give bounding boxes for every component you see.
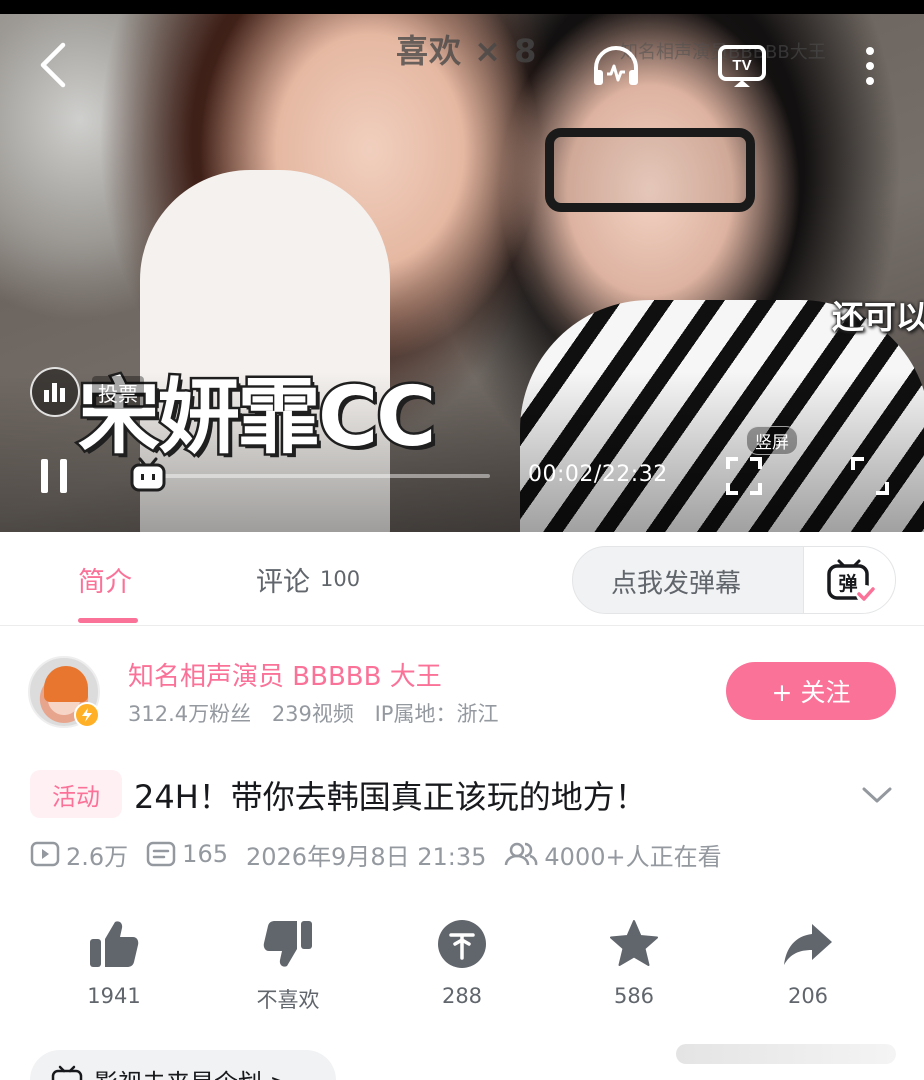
play-count-icon <box>30 841 60 867</box>
watermark-blur <box>676 1044 896 1064</box>
thumbs-up-icon <box>86 916 142 972</box>
back-button[interactable] <box>28 40 78 90</box>
expand-description-button[interactable] <box>858 776 896 814</box>
project-chip[interactable]: 影视未来星企划 > <box>30 1050 336 1080</box>
svg-text:TV: TV <box>732 57 751 74</box>
danmaku-input-box[interactable]: 点我发弹幕 弹 <box>572 546 896 614</box>
bilibili-tv-icon <box>130 457 166 492</box>
thumbs-down-icon <box>260 916 316 972</box>
publish-datetime: 2026年9月8日 21:35 <box>245 842 487 871</box>
share-count: 206 <box>787 984 829 1008</box>
video-count: 239视频 <box>271 702 354 726</box>
danmaku-count-stat: 165 <box>146 840 228 868</box>
playback-time: 00:02/22:32 <box>528 462 668 487</box>
danmaku-count-icon <box>146 841 176 867</box>
view-count-stat: 2.6万 <box>30 837 128 872</box>
favorite-button[interactable]: 586 <box>574 916 694 1016</box>
video-subtitle: 还可以 <box>832 298 924 336</box>
like-button[interactable]: 1941 <box>54 916 174 1016</box>
coin-icon <box>434 916 490 972</box>
favorite-count: 586 <box>613 984 655 1008</box>
project-chip-label: 影视未来星企划 > <box>94 1063 290 1080</box>
tv-icon <box>51 1065 83 1080</box>
tab-comments-label: 评论 <box>256 566 310 598</box>
vote-label: 投票 <box>92 375 144 409</box>
chevron-down-icon <box>862 787 892 803</box>
lightning-icon <box>74 702 100 728</box>
active-tab-indicator <box>78 618 138 623</box>
coin-button[interactable]: 288 <box>402 916 522 1016</box>
follow-button[interactable]: + 关注 <box>726 662 896 720</box>
star-icon <box>606 916 662 972</box>
watching-count: 4000+人正在看 <box>544 842 722 871</box>
pause-button[interactable] <box>34 454 74 498</box>
like-count: 1941 <box>87 984 141 1008</box>
watching-stat: 4000+人正在看 <box>504 837 722 872</box>
tab-comments[interactable]: 评论 100 <box>256 532 360 626</box>
view-count: 2.6万 <box>66 842 129 871</box>
danmaku-toggle-button[interactable]: 弹 <box>803 547 895 613</box>
comments-count: 100 <box>320 567 361 591</box>
audio-mode-button[interactable] <box>588 38 644 94</box>
video-title: 24H！带你去韩国真正该玩的地方！ <box>134 778 647 816</box>
fullscreen-button[interactable] <box>848 454 892 498</box>
danmaku-count: 165 <box>182 840 228 868</box>
progress-bar[interactable] <box>146 474 490 478</box>
headphones-icon <box>594 46 638 85</box>
share-button[interactable]: 206 <box>748 916 868 1016</box>
vote-button[interactable]: 投票 <box>30 366 144 418</box>
bar-chart-icon <box>30 367 80 417</box>
vertical-screen-button[interactable] <box>722 454 766 498</box>
ip-location: IP属地：浙江 <box>374 702 499 726</box>
fullscreen-icon <box>851 457 889 495</box>
dislike-button[interactable]: 不喜欢 <box>228 916 348 1016</box>
danmaku-button-label: 弹 <box>838 572 857 595</box>
more-options-button[interactable] <box>852 38 888 94</box>
tab-intro[interactable]: 简介 <box>78 532 132 626</box>
tv-cast-icon: TV <box>718 45 766 87</box>
chevron-left-icon <box>40 42 66 88</box>
video-frame-glasses <box>545 128 755 212</box>
follower-count: 312.4万粉丝 <box>128 702 252 726</box>
activity-tag[interactable]: 活动 <box>30 770 122 818</box>
status-bar-strip <box>0 0 924 14</box>
uploader-meta: 312.4万粉丝 239视频 IP属地：浙江 <box>128 698 512 728</box>
like-multiplier-overlay: 喜欢 × 8 <box>396 32 538 70</box>
expand-corners-icon <box>726 457 762 495</box>
avatar-image <box>44 666 88 702</box>
coin-count: 288 <box>441 984 483 1008</box>
progress-thumb-tv-mascot[interactable] <box>128 456 168 494</box>
video-stats: 2.6万 165 2026年9月8日 21:35 4000+人正在看 <box>30 834 740 874</box>
people-icon <box>505 842 538 866</box>
video-player[interactable]: 喜欢 × 8 知名相声演员BBBBB大王 TV 还可以 宋妍霏CC 投票 00:… <box>0 0 924 532</box>
more-vertical-icon <box>866 47 874 85</box>
tabs-row: 简介 评论 100 点我发弹幕 弹 <box>0 532 924 626</box>
pause-icon <box>41 459 67 493</box>
share-icon <box>780 916 836 972</box>
publish-datetime-stat: 2026年9月8日 21:35 <box>246 837 486 872</box>
vertical-mode-tag: 竖屏 <box>746 426 798 455</box>
uploader-name[interactable]: 知名相声演员 BBBBB 大王 <box>128 656 442 693</box>
cast-tv-button[interactable]: TV <box>714 38 770 94</box>
danmaku-input[interactable]: 点我发弹幕 <box>611 547 741 613</box>
dislike-label: 不喜欢 <box>256 988 320 1012</box>
danmaku-icon: 弹 <box>826 559 875 603</box>
